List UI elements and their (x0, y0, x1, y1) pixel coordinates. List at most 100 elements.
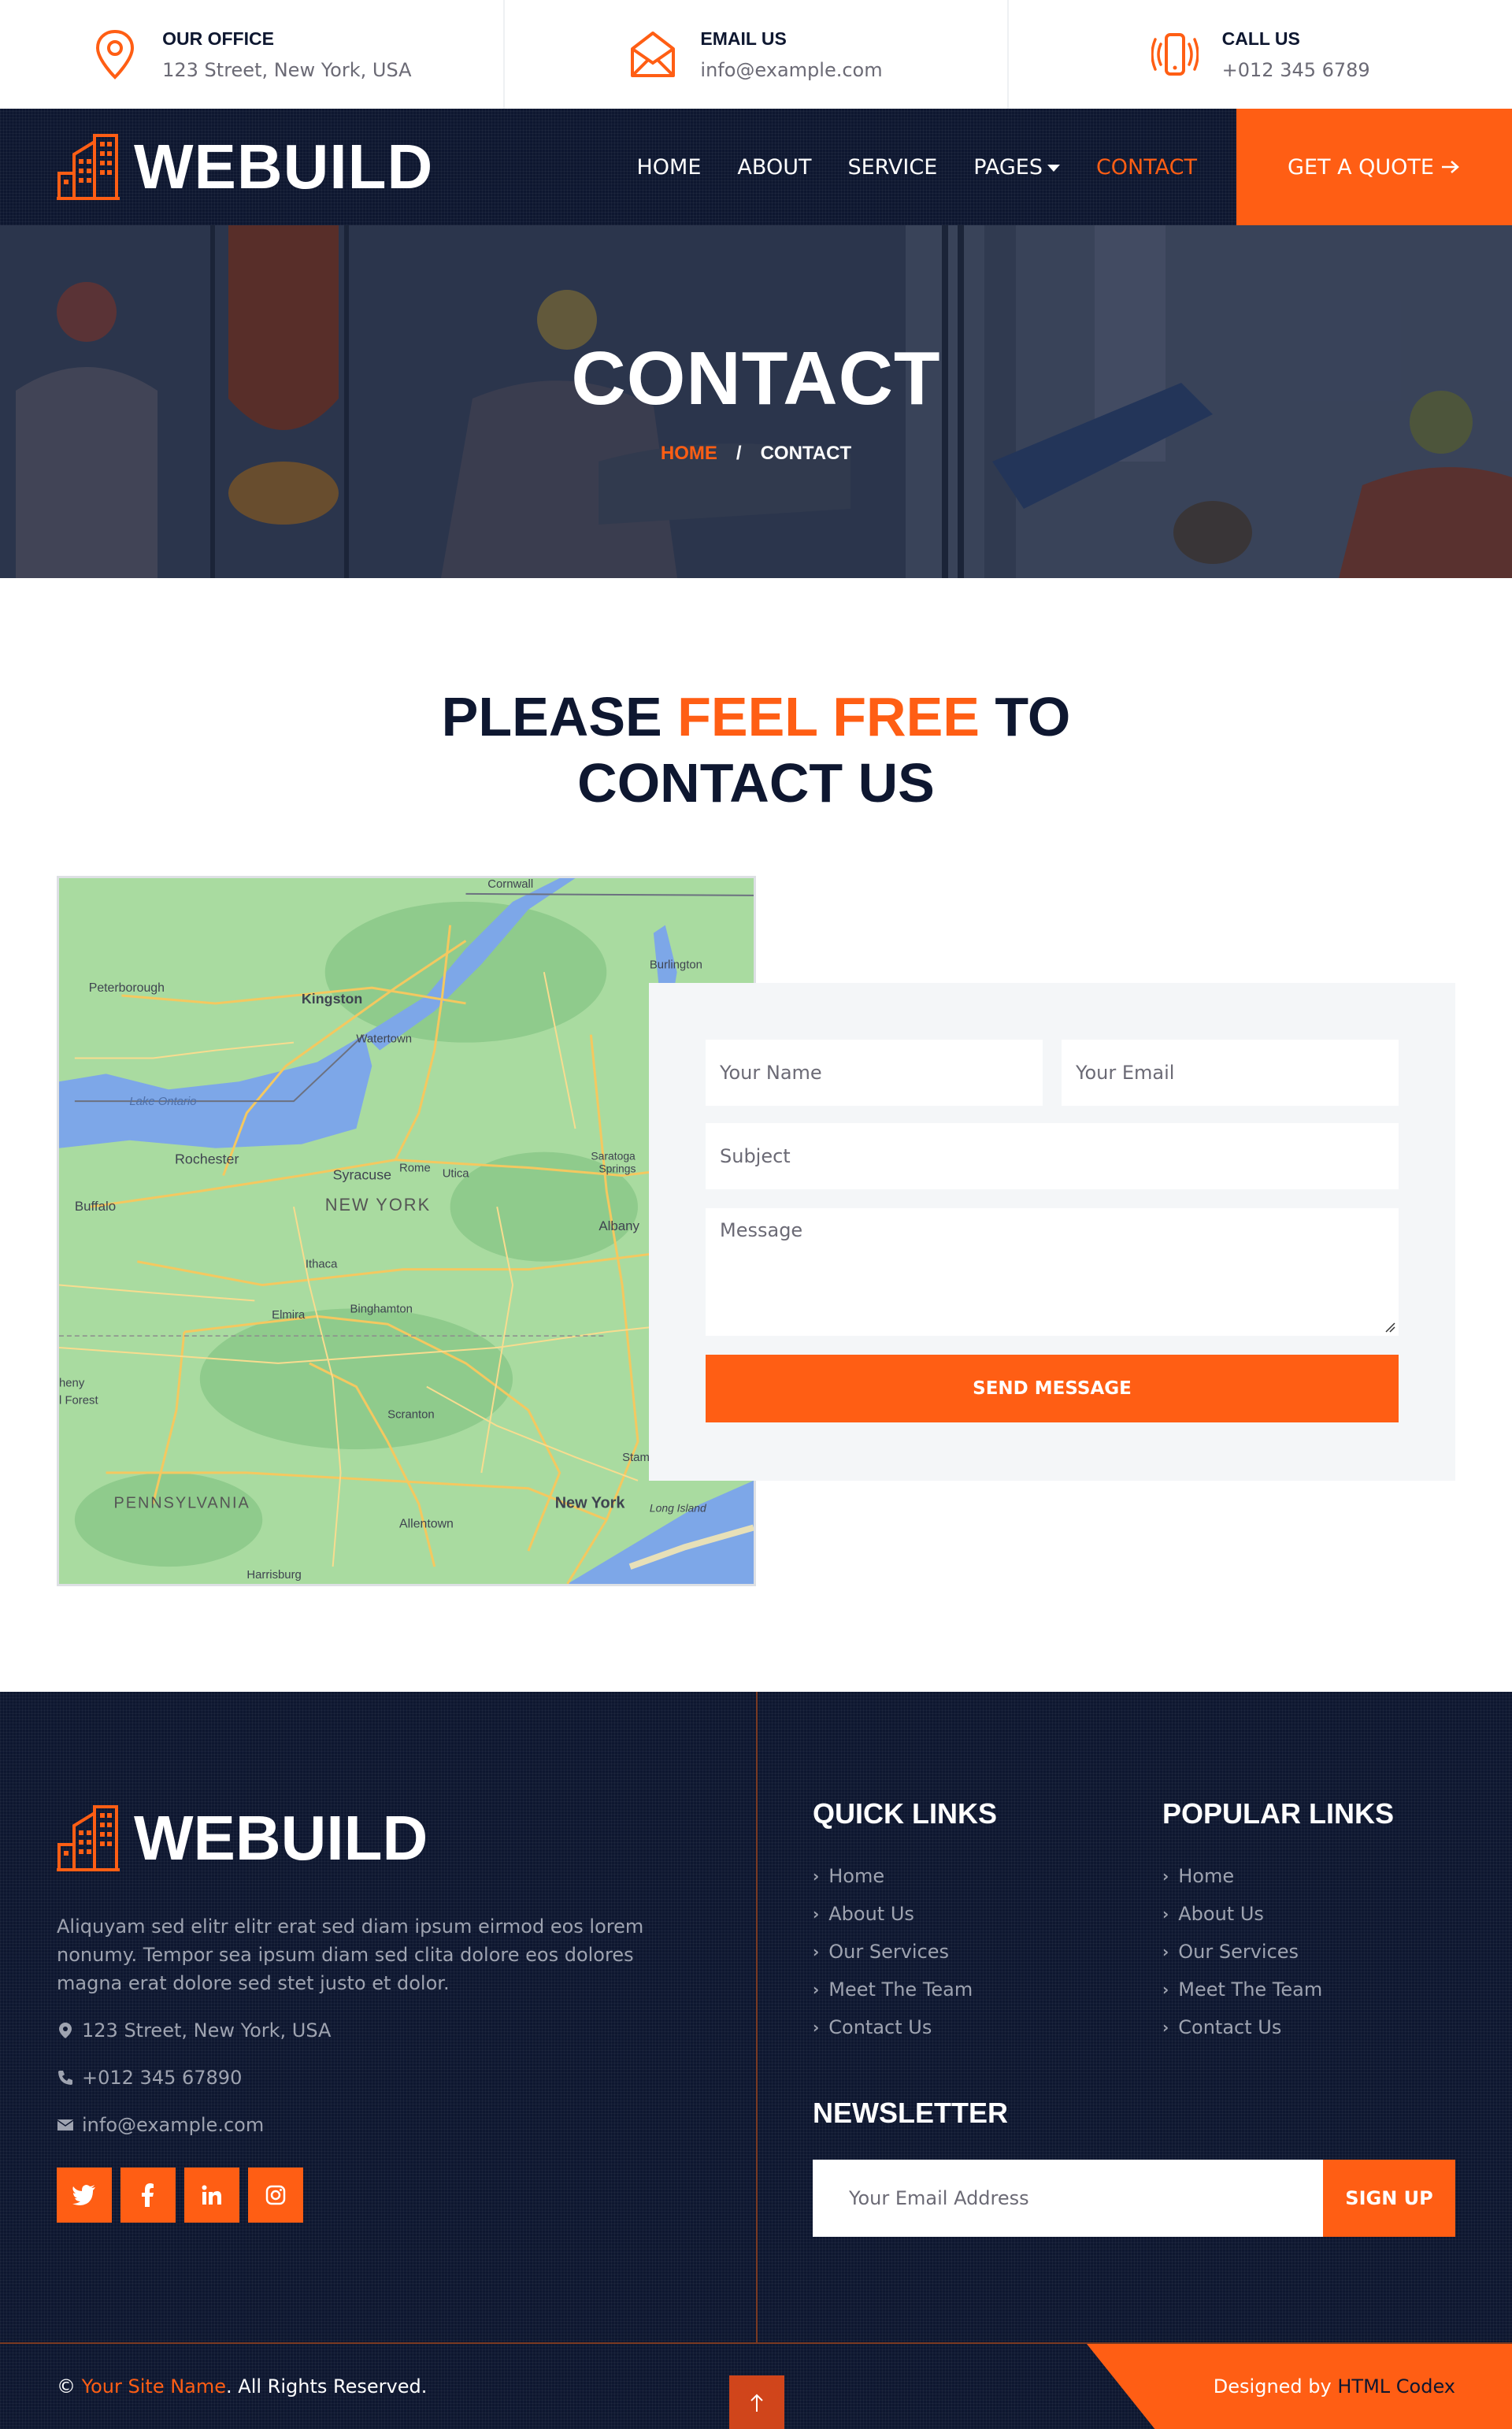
svg-text:Burlington: Burlington (650, 959, 702, 971)
call-title: CALL US (1221, 28, 1300, 49)
svg-text:Syracuse: Syracuse (333, 1166, 392, 1182)
designed-by-text: Designed by HTML Codex (1214, 2375, 1455, 2397)
office-info: OUR OFFICE 123 Street, New York, USA (0, 0, 505, 109)
designed-by-banner: Designed by HTML Codex (1087, 2344, 1512, 2429)
footer-phone-text[interactable]: +012 345 67890 (82, 2067, 242, 2089)
svg-text:Peterborough: Peterborough (89, 981, 165, 995)
svg-text:Allentown: Allentown (399, 1517, 454, 1530)
footer-email-text[interactable]: info@example.com (82, 2114, 264, 2136)
chevron-right-icon: › (813, 1867, 820, 1886)
quick-link-label: Our Services (828, 1941, 950, 1963)
subject-field[interactable]: Subject (706, 1123, 1399, 1189)
site-footer: WEBUILD Aliquyam sed elitr elitr erat se… (0, 1692, 1512, 2429)
breadcrumb-home[interactable]: HOME (661, 443, 717, 464)
contact-form: Your Name Your Email Subject Message SEN… (649, 983, 1455, 1481)
resize-handle-icon[interactable] (1384, 1322, 1395, 1333)
social-links (57, 2168, 312, 2223)
svg-text:PENNSYLVANIA: PENNSYLVANIA (114, 1495, 250, 1512)
popular-links-list: › Home › About Us › Our Services › Meet The … (1162, 1857, 1322, 2046)
chevron-right-icon: › (813, 1980, 820, 1999)
facebook-icon[interactable] (120, 2168, 176, 2223)
hero-title: CONTACT (571, 336, 941, 421)
nav-pages-label: PAGES (973, 154, 1043, 180)
designer-link[interactable]: HTML Codex (1337, 2375, 1455, 2397)
newsletter-title: NEWSLETTER (813, 2097, 1008, 2129)
call-info: CALL US +012 345 6789 (1009, 0, 1512, 109)
building-icon (57, 134, 120, 200)
svg-text:Lake Ontario: Lake Ontario (129, 1096, 196, 1108)
svg-text:Kingston: Kingston (302, 991, 362, 1007)
quick-links-list: › Home › About Us › Our Services › Meet The … (813, 1857, 973, 2046)
footer-email: info@example.com (57, 2114, 264, 2136)
send-message-button[interactable]: SEND MESSAGE (706, 1355, 1399, 1422)
nav-about[interactable]: ABOUT (737, 155, 811, 180)
get-quote-button[interactable]: GET A QUOTE (1236, 109, 1512, 225)
svg-text:Stam: Stam (622, 1452, 650, 1464)
popular-link-label: Our Services (1178, 1941, 1299, 1963)
popular-link-label: Contact Us (1178, 2016, 1282, 2038)
svg-text:Scranton: Scranton (387, 1408, 435, 1421)
newsletter-signup-button[interactable]: SIGN UP (1323, 2160, 1455, 2237)
popular-link-label: Home (1178, 1865, 1235, 1887)
phone-icon (58, 2071, 72, 2085)
email-info: EMAIL US info@example.com (505, 0, 1010, 109)
popular-link-team[interactable]: › Meet The Team (1162, 1971, 1322, 2008)
call-value[interactable]: +012 345 6789 (1222, 59, 1370, 81)
footer-brand-logo[interactable]: WEBUILD (57, 1802, 428, 1875)
svg-text:New York: New York (555, 1495, 626, 1512)
footer-divider-vertical (756, 1692, 758, 2344)
nav-home[interactable]: HOME (637, 155, 702, 180)
contact-section-title: PLEASE FEEL FREE TO CONTACT US (0, 684, 1512, 816)
svg-text:Long Island: Long Island (650, 1502, 707, 1515)
popular-link-services[interactable]: › Our Services (1162, 1933, 1322, 1971)
copyright-post: . All Rights Reserved. (226, 2375, 428, 2397)
quick-link-label: Home (828, 1865, 885, 1887)
twitter-icon[interactable] (57, 2168, 112, 2223)
title-line2: CONTACT US (577, 752, 935, 814)
popular-link-contact[interactable]: › Contact Us (1162, 2008, 1322, 2046)
site-name-link[interactable]: Your Site Name (82, 2375, 226, 2397)
arrow-up-icon (750, 2394, 763, 2412)
quick-link-contact[interactable]: › Contact Us (813, 2008, 973, 2046)
svg-text:Rome: Rome (399, 1163, 431, 1175)
quick-link-label: About Us (828, 1903, 914, 1925)
footer-phone: +012 345 67890 (57, 2067, 242, 2089)
brand-logo[interactable]: WEBUILD (57, 131, 433, 203)
nav-service[interactable]: SERVICE (847, 155, 937, 180)
svg-text:heny: heny (59, 1378, 85, 1390)
title-accent: FEEL FREE (677, 686, 980, 747)
name-field[interactable]: Your Name (706, 1040, 1043, 1106)
nav-contact[interactable]: CONTACT (1096, 155, 1197, 180)
popular-link-about[interactable]: › About Us (1162, 1895, 1322, 1933)
nav-pages-dropdown[interactable]: PAGES (973, 155, 1060, 180)
svg-text:Buffalo: Buffalo (75, 1199, 116, 1214)
newsletter-email-input[interactable]: Your Email Address (813, 2160, 1323, 2237)
svg-text:NEW YORK: NEW YORK (325, 1195, 431, 1214)
quick-link-home[interactable]: › Home (813, 1857, 973, 1895)
linkedin-icon[interactable] (184, 2168, 239, 2223)
back-to-top-button[interactable] (729, 2375, 784, 2429)
svg-text:Ithaca: Ithaca (306, 1259, 338, 1271)
quick-link-services[interactable]: › Our Services (813, 1933, 973, 1971)
message-textarea[interactable]: Message (706, 1208, 1399, 1336)
breadcrumb: HOME / CONTACT (0, 443, 1512, 465)
page-hero: CONTACT HOME / CONTACT (0, 225, 1512, 578)
building-icon (57, 1805, 120, 1871)
get-quote-label: GET A QUOTE (1288, 154, 1434, 180)
title-post: TO (979, 686, 1071, 747)
message-placeholder: Message (720, 1219, 803, 1241)
instagram-icon[interactable] (248, 2168, 303, 2223)
email-field[interactable]: Your Email (1062, 1040, 1399, 1106)
breadcrumb-separator: / (736, 443, 742, 464)
email-value[interactable]: info@example.com (700, 59, 882, 81)
title-pre: PLEASE (441, 686, 678, 747)
quick-link-about[interactable]: › About Us (813, 1895, 973, 1933)
svg-text:Watertown: Watertown (356, 1033, 412, 1046)
svg-text:Harrisburg: Harrisburg (246, 1569, 301, 1582)
svg-text:Rochester: Rochester (175, 1151, 239, 1167)
chevron-right-icon: › (1162, 1942, 1169, 1961)
popular-link-home[interactable]: › Home (1162, 1857, 1322, 1895)
quick-link-label: Contact Us (828, 2016, 932, 2038)
quick-link-team[interactable]: › Meet The Team (813, 1971, 973, 2008)
footer-about-text: Aliquyam sed elitr elitr erat sed diam i… (57, 1915, 644, 1994)
